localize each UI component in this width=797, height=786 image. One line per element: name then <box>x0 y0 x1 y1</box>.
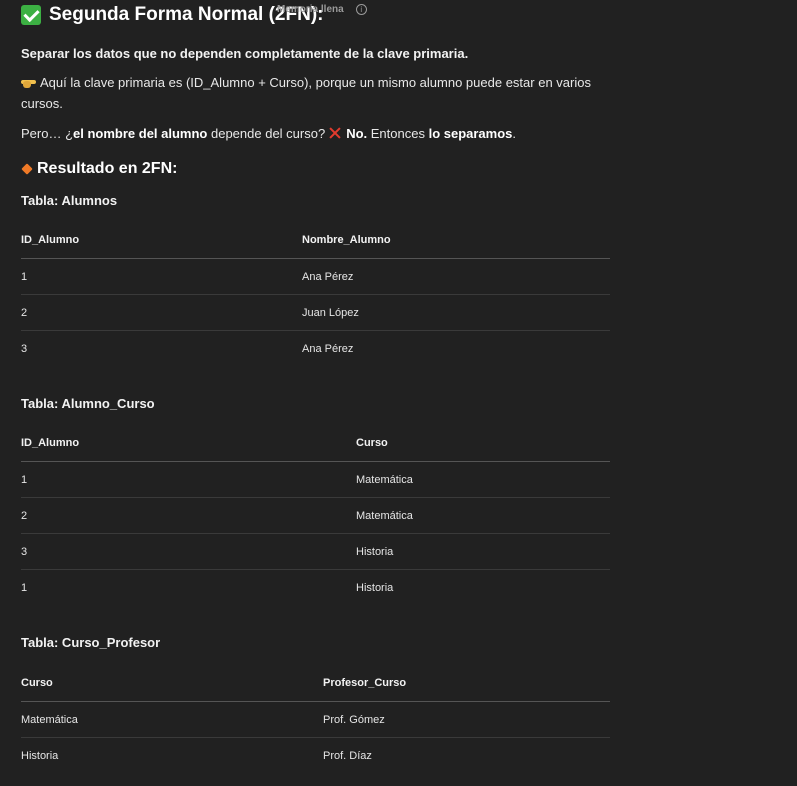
table-cell: 2 <box>21 497 356 534</box>
table-row: 3 Historia <box>21 533 610 570</box>
table-title-curso-profesor: Tabla: Curso_Profesor <box>21 635 161 650</box>
table-title-alumnos: Tabla: Alumnos <box>21 193 118 208</box>
intro-paragraph-2: Aquí la clave primaria es (ID_Alumno + C… <box>21 72 601 114</box>
column-header: Nombre_Alumno <box>302 222 610 259</box>
table-cell: Matemática <box>356 461 610 498</box>
p3-part-c: depende del curso? <box>207 126 326 141</box>
column-header: Profesor_Curso <box>323 665 610 702</box>
table-cell: Prof. Díaz <box>323 749 372 762</box>
check-mark-icon <box>21 5 41 25</box>
table-row: 1 Ana Pérez <box>21 258 610 295</box>
table-cell: 3 <box>21 533 356 570</box>
table-cell: 1 <box>21 461 356 498</box>
intro-paragraph-1: Separar los datos que no dependen comple… <box>21 46 469 61</box>
table-row: 2 Juan López <box>21 294 610 331</box>
table-cell: 1 <box>21 258 302 295</box>
column-header: Curso <box>356 425 610 462</box>
column-header: ID_Alumno <box>21 425 356 462</box>
p3-part-e: Entonces <box>367 126 429 141</box>
table-alumnos: ID_Alumno Nombre_Alumno 1 Ana Pérez 2 Ju… <box>21 222 610 366</box>
result-title-text: Resultado en 2FN: <box>37 160 178 177</box>
intro-paragraph-3: Pero… ¿el nombre del alumno depende del … <box>21 123 516 144</box>
table-cell: Matemática <box>21 701 323 738</box>
pointing-hand-icon <box>21 78 36 88</box>
p3-part-f: lo separamos <box>428 126 513 141</box>
p3-part-b: el nombre del alumno <box>73 126 208 141</box>
p3-part-a: Pero… ¿ <box>21 126 74 141</box>
table-header-row: Curso Profesor_Curso <box>21 665 610 702</box>
column-header: ID_Alumno <box>21 222 302 259</box>
memory-badge-label: Memoria llena <box>277 4 344 15</box>
table-cell: Juan López <box>302 294 610 331</box>
table-row: 3 Ana Pérez <box>21 331 610 367</box>
table-row: 1 Historia <box>21 570 610 606</box>
table-row: 2 Matemática <box>21 497 610 534</box>
table-cell: Ana Pérez <box>302 342 354 355</box>
table-cell: Historia <box>356 533 610 570</box>
info-icon[interactable]: i <box>355 4 367 15</box>
table-alumno-curso: ID_Alumno Curso 1 Matemática 2 Matemátic… <box>21 425 610 605</box>
p3-part-g: . <box>512 126 517 141</box>
table-cell: Ana Pérez <box>302 258 610 295</box>
intro-paragraph-2-text: Aquí la clave primaria es (ID_Alumno + C… <box>21 75 591 111</box>
table-cell: 2 <box>21 294 302 331</box>
table-title-alumno-curso: Tabla: Alumno_Curso <box>21 396 155 411</box>
table-curso-profesor: Curso Profesor_Curso Matemática Prof. Gó… <box>21 665 610 773</box>
table-cell: Historia <box>21 749 59 762</box>
chat-response: Segunda Forma Normal (2FN): Memoria llen… <box>0 0 797 786</box>
memory-full-badge[interactable]: Memoria llena i <box>277 4 367 15</box>
table-header-row: ID_Alumno Curso <box>21 425 610 462</box>
table-cell: 3 <box>21 342 28 355</box>
table-row: Historia Prof. Díaz <box>21 738 610 774</box>
table-cell: Prof. Gómez <box>323 701 610 738</box>
table-header-row: ID_Alumno Nombre_Alumno <box>21 222 610 259</box>
table-cell: Matemática <box>356 497 610 534</box>
table-cell: Historia <box>356 581 394 594</box>
table-row: Matemática Prof. Gómez <box>21 701 610 738</box>
p3-part-d: No. <box>346 126 368 141</box>
result-title: Resultado en 2FN: <box>21 160 178 178</box>
cross-mark-icon <box>329 127 341 139</box>
orange-diamond-icon <box>21 163 33 175</box>
table-cell: 1 <box>21 581 28 594</box>
column-header: Curso <box>21 665 323 702</box>
table-row: 1 Matemática <box>21 461 610 498</box>
